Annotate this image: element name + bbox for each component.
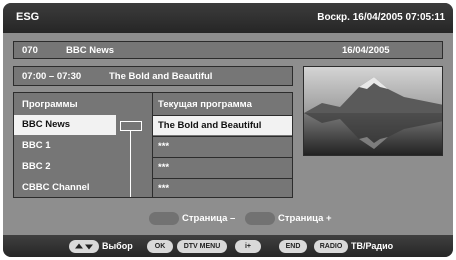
header-bar: ESG Воскр. 16/04/2005 07:05:11 <box>3 3 453 33</box>
radio-button[interactable]: RADIO <box>314 240 348 253</box>
channel-column: Программы BBC News BBC 1 BBC 2 CBBC Chan… <box>14 93 153 197</box>
channel-date: 16/04/2005 <box>342 45 390 56</box>
channel-row[interactable]: BBC News <box>14 115 116 135</box>
page-prev-label: Страница – <box>182 213 236 224</box>
page-prev-button[interactable] <box>149 212 179 225</box>
channel-info-bar: 070 BBC News 16/04/2005 <box>13 41 443 59</box>
preview-thumbnail <box>303 66 443 156</box>
scrollbar-thumb[interactable] <box>120 121 142 131</box>
screen-title: ESG <box>16 11 40 23</box>
scrollbar-track <box>130 131 131 197</box>
ok-button[interactable]: OK <box>147 240 173 253</box>
program-column-header-label: Текущая программа <box>158 99 252 110</box>
channel-row-label: CBBC Channel <box>22 182 90 193</box>
footer-bar: Выбор OK DTV MENU i+ END RADIO ТВ/Радио <box>3 235 453 257</box>
channel-scrollbar[interactable] <box>118 119 144 199</box>
channel-row-label: BBC 2 <box>22 161 51 172</box>
page-next-button[interactable] <box>245 212 275 225</box>
info-button[interactable]: i+ <box>235 240 261 253</box>
channel-row-label: BBC News <box>22 119 71 130</box>
program-row[interactable]: *** <box>153 136 292 156</box>
page-next-label: Страница + <box>278 213 332 224</box>
epg-screen: ESG Воскр. 16/04/2005 07:05:11 070 BBC N… <box>3 3 453 257</box>
channel-number: 070 <box>22 45 38 56</box>
program-row-label: *** <box>158 162 170 173</box>
program-column: Текущая программа The Bold and Beautiful… <box>153 93 292 197</box>
program-row-label: *** <box>158 183 170 194</box>
up-down-arrow-icon <box>75 243 93 250</box>
program-guide-list: Программы BBC News BBC 1 BBC 2 CBBC Chan… <box>13 92 293 198</box>
channel-name: BBC News <box>66 45 115 56</box>
program-column-header: Текущая программа <box>153 93 292 115</box>
channel-column-header: Программы <box>14 93 152 115</box>
datetime-display: Воскр. 16/04/2005 07:05:11 <box>317 12 445 23</box>
program-title: The Bold and Beautiful <box>109 71 213 82</box>
program-row[interactable]: *** <box>153 178 292 198</box>
program-row[interactable]: The Bold and Beautiful <box>153 115 292 135</box>
dtv-menu-button[interactable]: DTV MENU <box>177 240 227 253</box>
end-button[interactable]: END <box>279 240 307 253</box>
channel-column-header-label: Программы <box>22 99 78 110</box>
program-row[interactable]: *** <box>153 157 292 177</box>
program-time: 07:00 – 07:30 <box>22 71 82 82</box>
program-info-bar: 07:00 – 07:30 The Bold and Beautiful <box>13 66 293 86</box>
select-label: Выбор <box>102 241 133 251</box>
page-navigation: Страница – Страница + <box>3 211 453 227</box>
channel-row-label: BBC 1 <box>22 140 51 151</box>
program-row-label: *** <box>158 141 170 152</box>
program-row-label: The Bold and Beautiful <box>158 120 262 131</box>
tv-radio-label: ТВ/Радио <box>351 241 394 251</box>
up-down-button[interactable] <box>69 240 99 253</box>
mountain-lake-image <box>304 67 442 155</box>
